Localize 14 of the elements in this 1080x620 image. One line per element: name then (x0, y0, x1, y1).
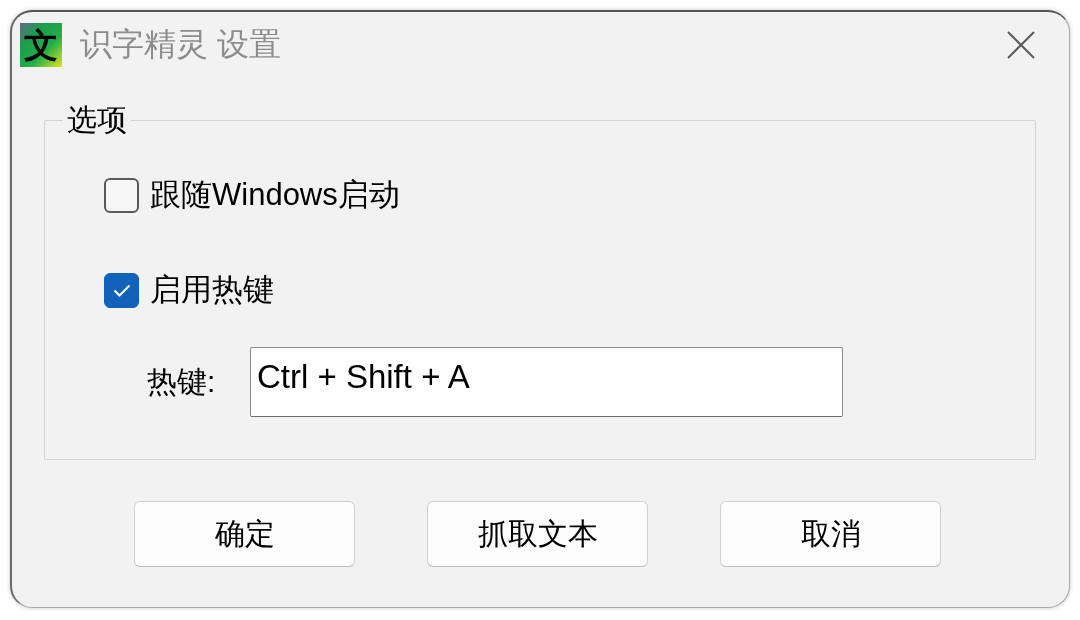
dialog-button[interactable]: 确定 (134, 501, 355, 567)
close-icon (1007, 31, 1035, 59)
checkbox-label: 启用热键 (150, 271, 274, 309)
dialog-button[interactable]: 抓取文本 (427, 501, 648, 567)
checkbox-label: 跟随Windows启动 (150, 176, 400, 214)
app-logo: 文 (20, 23, 62, 67)
check-icon (112, 283, 131, 297)
checkbox[interactable] (104, 177, 139, 213)
window-title: 识字精灵 设置 (80, 25, 281, 64)
hotkey-input[interactable]: Ctrl + Shift + A (250, 347, 843, 417)
dialog-button[interactable]: 取消 (720, 501, 941, 567)
checkbox[interactable] (104, 272, 139, 308)
field-label: 热键: (147, 363, 217, 400)
group-title: 选项 (66, 102, 128, 138)
